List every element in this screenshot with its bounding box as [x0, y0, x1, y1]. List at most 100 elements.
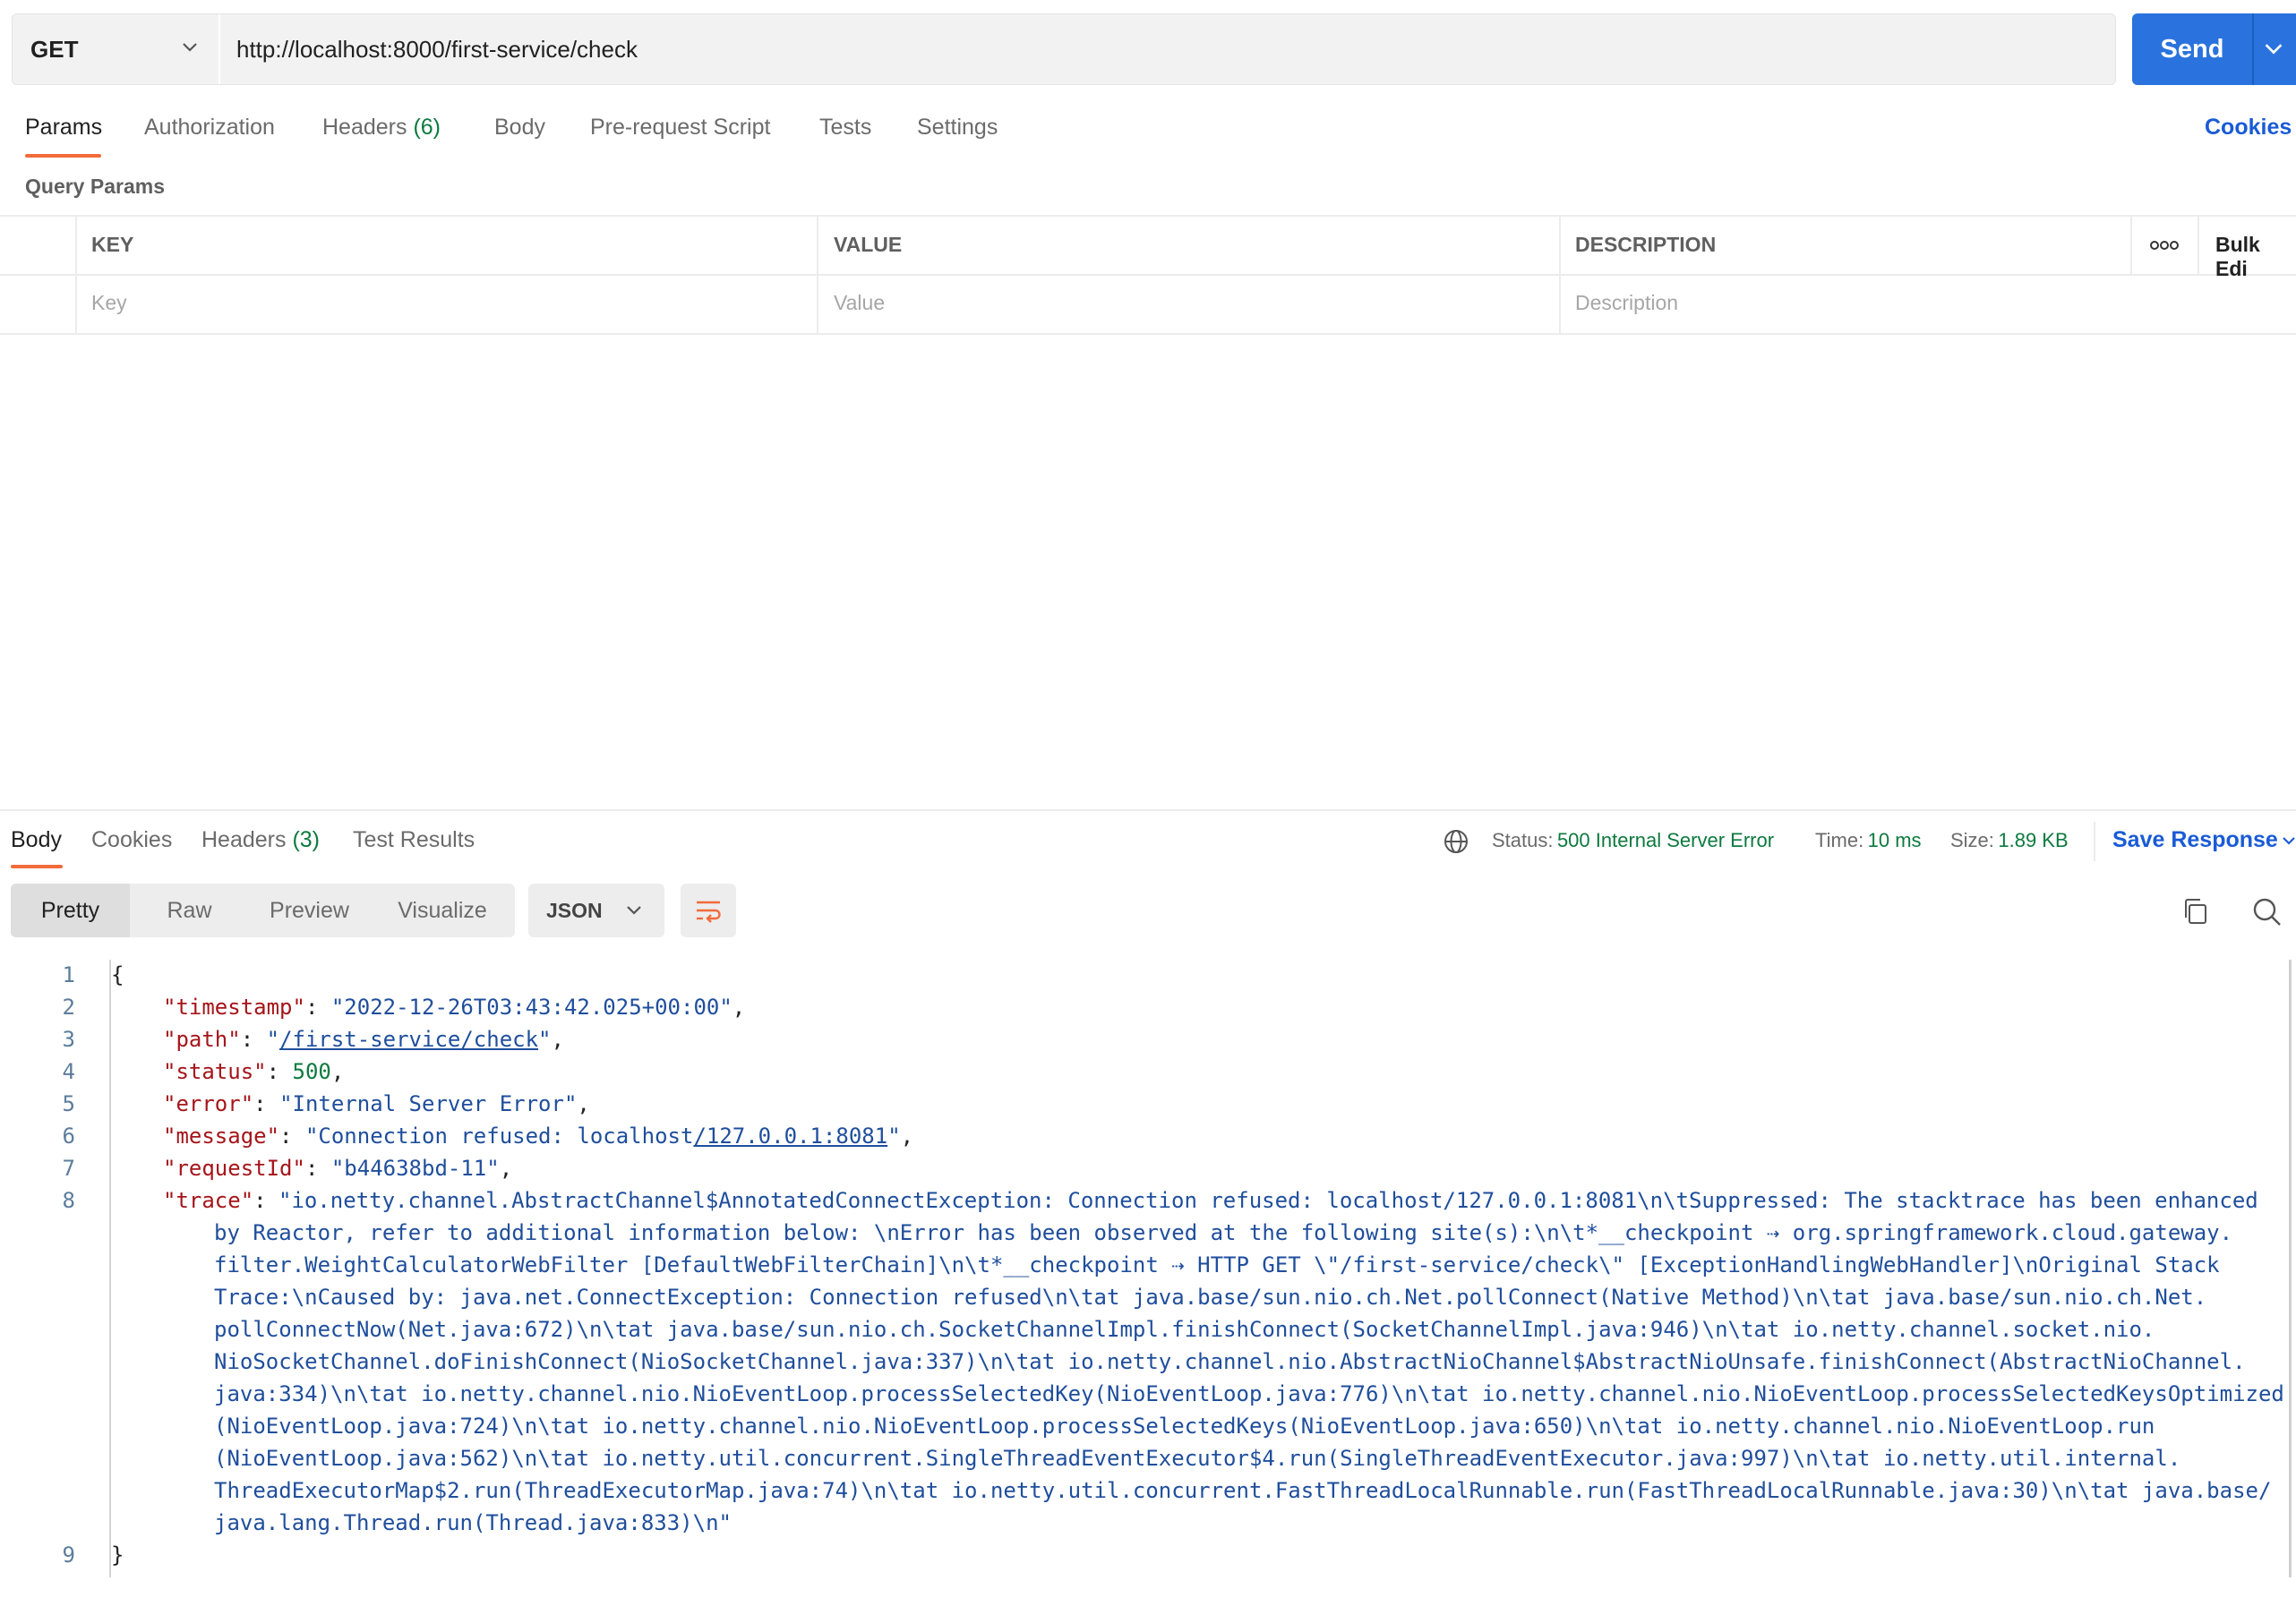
line-number: 2: [62, 995, 75, 1020]
table-divider: [2130, 215, 2132, 274]
json-close-brace: }: [111, 1542, 124, 1568]
json-key: "timestamp": [163, 995, 305, 1020]
trace-line: Trace:\nCaused by: java.net.ConnectExcep…: [214, 1285, 2207, 1310]
bulk-edit-button[interactable]: Bulk Edi: [2215, 233, 2296, 281]
send-button[interactable]: Send: [2132, 13, 2296, 85]
size-label: Size:: [1950, 829, 1994, 851]
table-divider: [1559, 215, 1561, 335]
code-gutter-line: [109, 960, 111, 1577]
copy-icon[interactable]: [2180, 896, 2209, 927]
response-tab-test-results[interactable]: Test Results: [353, 827, 475, 853]
trace-line: NioSocketChannel.doFinishConnect(NioSock…: [214, 1349, 2246, 1374]
value-input[interactable]: Value: [834, 291, 1550, 315]
query-params-title: Query Params: [25, 175, 165, 198]
line-number: 3: [62, 1027, 75, 1052]
trace-line: ThreadExecutorMap$2.run(ThreadExecutorMa…: [214, 1478, 2272, 1503]
view-mode-preview[interactable]: Preview: [249, 884, 370, 937]
column-header-key: KEY: [91, 233, 134, 256]
column-header-value: VALUE: [834, 233, 903, 256]
json-line: "requestId": "b44638bd-11",: [163, 1156, 513, 1181]
search-icon[interactable]: [2252, 897, 2283, 927]
cookies-link[interactable]: Cookies: [2205, 115, 2292, 141]
json-key: "path": [163, 1027, 241, 1052]
request-bar: GET http://localhost:8000/first-service/…: [12, 13, 2116, 85]
url-input[interactable]: http://localhost:8000/first-service/chec…: [236, 14, 638, 84]
table-border: [0, 333, 2296, 335]
json-value: 500: [292, 1059, 331, 1084]
json-open-brace: {: [111, 962, 124, 987]
json-key: "error": [163, 1091, 254, 1116]
status-label: Status:: [1492, 829, 1554, 851]
globe-icon[interactable]: [1443, 828, 1469, 855]
send-divider: [2252, 13, 2254, 85]
headers-count: (6): [413, 115, 441, 140]
tab-label: Settings: [917, 115, 998, 140]
table-divider: [75, 215, 77, 335]
table-divider: [817, 215, 818, 335]
response-tab-body[interactable]: Body: [11, 827, 62, 853]
trace-line: java.lang.Thread.run(Thread.java:833)\n": [214, 1510, 732, 1535]
scrollbar[interactable]: [2289, 960, 2292, 1577]
view-mode-pretty[interactable]: Pretty: [11, 884, 130, 937]
time-value[interactable]: 10 ms: [1868, 829, 1922, 851]
trace-line: by Reactor, refer to additional informat…: [214, 1220, 2233, 1245]
tab-label: Test Results: [353, 827, 475, 852]
tab-label: Authorization: [144, 115, 275, 140]
status-value[interactable]: 500 Internal Server Error: [1557, 829, 1774, 851]
key-input[interactable]: Key: [91, 291, 808, 315]
tab-headers[interactable]: Headers (6): [322, 115, 441, 141]
tab-tests[interactable]: Tests: [819, 115, 871, 141]
method-select[interactable]: GET: [13, 14, 220, 84]
line-number: 1: [62, 962, 75, 987]
pane-divider[interactable]: [0, 809, 2296, 811]
method-label: GET: [30, 35, 79, 63]
format-select[interactable]: JSON: [528, 884, 664, 937]
description-input[interactable]: Description: [1575, 291, 2274, 315]
table-divider: [2197, 215, 2199, 274]
json-value: "Connection refused: localhost: [304, 1124, 694, 1149]
json-link[interactable]: /127.0.0.1:8081: [693, 1124, 887, 1149]
view-mode-visualize[interactable]: Visualize: [370, 884, 515, 937]
trace-line: "io.netty.channel.AbstractChannel$Annota…: [278, 1188, 2258, 1213]
trace-line: java:334)\n\tat io.netty.channel.nio.Nio…: [214, 1381, 2284, 1406]
line-number: 5: [62, 1091, 75, 1116]
json-link[interactable]: /first-service/check: [279, 1027, 538, 1052]
tab-label: Pre-request Script: [590, 115, 771, 140]
json-line: "timestamp": "2022-12-26T03:43:42.025+00…: [163, 995, 746, 1020]
line-number: 8: [62, 1188, 75, 1213]
json-line: "trace":: [163, 1188, 280, 1213]
tab-params[interactable]: Params: [25, 115, 102, 141]
view-mode-raw[interactable]: Raw: [130, 884, 249, 937]
line-number: 4: [62, 1059, 75, 1084]
json-value: "2022-12-26T03:43:42.025+00:00": [330, 995, 732, 1020]
wrap-lines-button[interactable]: [681, 884, 736, 937]
tab-body[interactable]: Body: [494, 115, 545, 141]
chevron-down-icon[interactable]: [2263, 38, 2284, 60]
tab-label: Headers: [322, 115, 407, 140]
json-line: "path": "/first-service/check",: [163, 1027, 564, 1052]
tab-pre-request-script[interactable]: Pre-request Script: [590, 115, 770, 141]
json-key: "trace": [163, 1188, 254, 1213]
line-number: 7: [62, 1156, 75, 1181]
tab-label: Body: [494, 115, 545, 140]
view-mode-group: Pretty Raw Preview Visualize: [11, 884, 515, 937]
line-number: 9: [62, 1542, 75, 1568]
chevron-down-icon[interactable]: [2282, 833, 2296, 850]
more-options-icon[interactable]: [2147, 235, 2181, 256]
save-response-button[interactable]: Save Response: [2112, 827, 2278, 853]
json-key: "message": [163, 1124, 280, 1149]
column-header-description: DESCRIPTION: [1575, 233, 1717, 256]
response-status: Status: 500 Internal Server Error: [1492, 829, 1774, 852]
format-label: JSON: [546, 898, 603, 922]
response-tab-headers[interactable]: Headers (3): [201, 827, 320, 853]
url-text: http://localhost:8000/first-service/chec…: [236, 35, 638, 63]
tab-label: Params: [25, 115, 103, 140]
json-key: "status": [163, 1059, 267, 1084]
active-tab-indicator: [11, 865, 63, 868]
tab-settings[interactable]: Settings: [917, 115, 998, 141]
table-border: [0, 215, 2296, 217]
size-value[interactable]: 1.89 KB: [1998, 829, 2068, 851]
active-tab-indicator: [25, 154, 101, 158]
tab-authorization[interactable]: Authorization: [144, 115, 275, 141]
response-tab-cookies[interactable]: Cookies: [91, 827, 172, 853]
